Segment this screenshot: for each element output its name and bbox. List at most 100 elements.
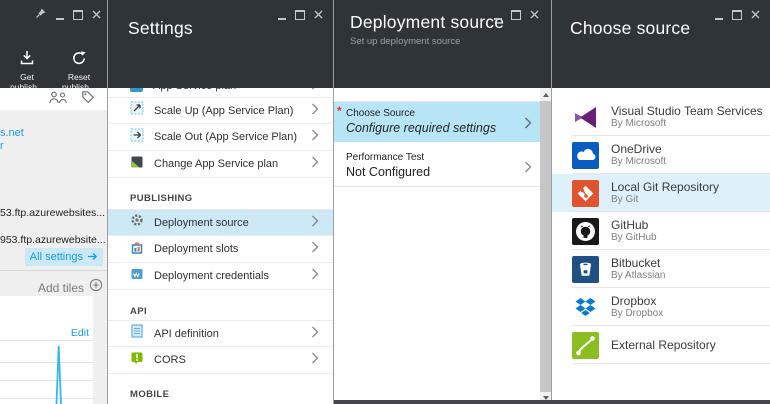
publishing-section-header: PUBLISHING — [130, 193, 193, 204]
chevron-right-icon — [311, 240, 319, 258]
deployment-slots-icon — [130, 240, 144, 259]
source-option-name: Bitbucket — [611, 256, 665, 270]
people-icon[interactable] — [47, 90, 69, 109]
site-url-link-2[interactable]: r — [0, 140, 4, 152]
choose-source-label: Choose Source — [346, 108, 415, 119]
refresh-icon — [71, 52, 87, 69]
blade-summary-area: s.net r 53.ftp.azurewebsites... 953.ftp.… — [0, 110, 107, 296]
maximize-icon[interactable] — [732, 10, 742, 20]
ftps-hostname-text: 953.ftp.azurewebsite... — [0, 234, 106, 246]
get-publish-button[interactable]: Get publish... — [3, 50, 51, 92]
add-tiles-button[interactable]: Add tiles — [38, 278, 103, 297]
maximize-icon[interactable] — [73, 10, 83, 20]
close-icon[interactable] — [751, 6, 760, 24]
ftp-hostname-text: 53.ftp.azurewebsites... — [0, 207, 105, 219]
deployment-source-subtitle: Set up deployment source — [350, 36, 460, 47]
chevron-right-icon — [311, 325, 319, 343]
minimize-icon[interactable] — [494, 11, 502, 20]
source-option-bitbucket[interactable]: Bitbucket By Atlassian — [552, 250, 770, 288]
screen-edge-bar — [334, 400, 770, 404]
divider — [572, 363, 770, 364]
settings-item-cors[interactable]: CORS — [108, 347, 333, 374]
site-url-link[interactable]: s.net — [0, 127, 24, 139]
source-option-github[interactable]: GitHub By GitHub — [552, 212, 770, 250]
source-option-name: Local Git Repository — [611, 180, 719, 194]
api-definition-icon — [130, 324, 144, 343]
maximize-icon[interactable] — [295, 10, 305, 20]
circle-plus-icon — [89, 278, 103, 297]
source-option-publisher: By Git — [611, 194, 719, 206]
blade-command-strip — [0, 88, 107, 111]
settings-blade-header: Settings — [108, 0, 333, 88]
source-option-vsts[interactable]: Visual Studio Team Services By Microsoft — [552, 98, 770, 136]
minimize-icon[interactable] — [715, 11, 723, 20]
all-settings-button[interactable]: All settings — [25, 248, 103, 266]
settings-item-deployment-source[interactable]: Deployment source — [108, 209, 333, 236]
app-service-plan-icon — [130, 88, 143, 92]
required-marker: * — [337, 104, 342, 118]
webapp-blade-header: Get publish... Reset publish... — [0, 0, 107, 88]
close-icon[interactable] — [314, 6, 323, 24]
bitbucket-icon — [572, 256, 599, 283]
deployment-source-header: Deployment source Set up deployment sour… — [334, 0, 551, 88]
settings-item-label: Deployment credentials — [154, 270, 269, 282]
chevron-right-icon — [311, 88, 319, 95]
chevron-right-icon — [311, 351, 319, 369]
add-tiles-label: Add tiles — [38, 281, 84, 295]
settings-item-scale-out[interactable]: Scale Out (App Service Plan) — [108, 124, 333, 151]
external-repository-icon — [572, 332, 599, 359]
deployment-source-blade: Deployment source Set up deployment sour… — [334, 0, 552, 404]
minimize-icon[interactable] — [56, 11, 64, 20]
settings-item-label: Change App Service plan — [154, 158, 278, 170]
close-icon[interactable] — [530, 6, 539, 24]
close-icon[interactable] — [92, 6, 101, 24]
minimize-icon[interactable] — [278, 11, 286, 20]
choose-source-blade: Choose source Visual Studio Team Service… — [552, 0, 770, 404]
source-option-dropbox[interactable]: Dropbox By Dropbox — [552, 288, 770, 326]
tag-icon[interactable] — [81, 90, 95, 109]
all-settings-label: All settings — [30, 251, 83, 263]
maximize-icon[interactable] — [511, 10, 521, 20]
performance-test-sublabel: Not Configured — [346, 165, 430, 179]
webapp-blade: Get publish... Reset publish... — [0, 0, 108, 404]
scroll-up-button[interactable] — [540, 88, 551, 101]
settings-item-label: Deployment slots — [154, 243, 238, 255]
mobile-section-header: MOBILE — [130, 389, 169, 400]
performance-test-row[interactable]: Performance Test Not Configured — [334, 146, 540, 187]
reset-publish-button[interactable]: Reset publish... — [55, 50, 103, 92]
settings-item-label: Scale Up (App Service Plan) — [154, 105, 293, 117]
dropbox-icon — [572, 294, 599, 321]
settings-item-label: App Service plan — [153, 88, 236, 92]
settings-item-deployment-slots[interactable]: Deployment slots — [108, 236, 333, 263]
choose-source-setting-row[interactable]: * Choose Source Configure required setti… — [334, 101, 540, 142]
settings-item-scale-up[interactable]: Scale Up (App Service Plan) — [108, 97, 333, 124]
deployment-credentials-icon — [130, 267, 144, 286]
source-option-name: OneDrive — [611, 142, 666, 156]
chevron-right-icon — [311, 102, 319, 120]
onedrive-icon — [572, 142, 599, 169]
monitoring-tile[interactable]: Edit — [0, 296, 93, 404]
source-option-name: GitHub — [611, 218, 657, 232]
chevron-right-icon — [311, 267, 319, 285]
source-option-publisher: By Dropbox — [611, 308, 663, 320]
settings-item-api-definition[interactable]: API definition — [108, 320, 333, 347]
pin-icon[interactable] — [35, 6, 47, 24]
choose-source-header: Choose source — [552, 0, 770, 88]
scale-out-icon — [130, 128, 144, 147]
source-option-external-repository[interactable]: External Repository — [552, 326, 770, 364]
git-icon — [572, 180, 599, 207]
chevron-right-icon — [311, 155, 319, 173]
scrollbar[interactable] — [540, 88, 551, 404]
settings-item-app-service-plan-clipped[interactable]: App Service plan — [108, 88, 333, 97]
settings-item-deployment-credentials[interactable]: Deployment credentials — [108, 263, 333, 290]
source-option-local-git[interactable]: Local Git Repository By Git — [552, 174, 770, 212]
source-option-onedrive[interactable]: OneDrive By Microsoft — [552, 136, 770, 174]
settings-title: Settings — [128, 18, 193, 39]
source-option-name: Visual Studio Team Services — [611, 104, 763, 118]
settings-item-label: CORS — [154, 354, 186, 366]
source-option-publisher: By GitHub — [611, 232, 657, 244]
chevron-right-icon — [311, 214, 319, 232]
settings-item-change-app-service-plan[interactable]: Change App Service plan — [108, 151, 333, 178]
gear-icon — [130, 213, 144, 232]
settings-item-label: Deployment source — [154, 217, 249, 229]
